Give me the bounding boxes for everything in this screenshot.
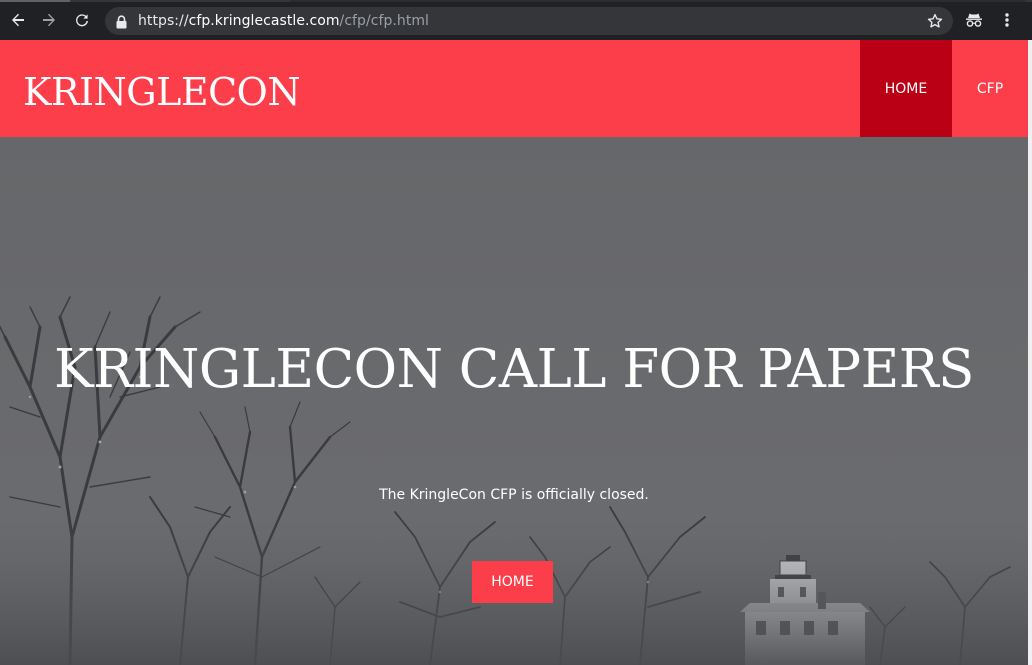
page-scrollbar[interactable] xyxy=(1028,40,1032,665)
bookmark-star-icon[interactable] xyxy=(926,12,944,34)
inactive-tab-edge xyxy=(290,0,1025,2)
hero-home-button[interactable]: HOME xyxy=(472,561,553,603)
hero-title: KRINGLECON CALL FOR PAPERS xyxy=(54,339,974,400)
address-bar[interactable]: https://cfp.kringlecastle.com/cfp/cfp.ht… xyxy=(105,7,953,35)
menu-item-cfp[interactable]: CFP xyxy=(952,40,1028,137)
url-text[interactable]: https://cfp.kringlecastle.com/cfp/cfp.ht… xyxy=(138,13,429,29)
menu-item-home[interactable]: HOME xyxy=(860,40,952,137)
main-menu: HOME CFP xyxy=(860,40,1028,137)
more-vert-icon[interactable] xyxy=(997,10,1017,30)
tab-strip-edge xyxy=(0,0,1032,2)
url-scheme: https:// xyxy=(138,13,189,29)
hero-subtitle: The KringleCon CFP is officially closed. xyxy=(379,487,649,503)
web-page: KRINGLECON HOME CFP KRINGLECON CALL FOR … xyxy=(0,40,1028,665)
reload-icon[interactable] xyxy=(72,10,92,30)
lock-icon xyxy=(116,14,127,33)
site-logo[interactable]: KRINGLECON xyxy=(23,70,301,114)
incognito-icon[interactable] xyxy=(964,10,984,30)
browser-toolbar: https://cfp.kringlecastle.com/cfp/cfp.ht… xyxy=(0,0,1032,40)
back-arrow-icon[interactable] xyxy=(8,10,28,30)
site-header: KRINGLECON HOME CFP xyxy=(0,40,1028,137)
url-host: cfp.kringlecastle.com xyxy=(188,13,340,29)
url-path: /cfp/cfp.html xyxy=(339,13,429,29)
forward-arrow-icon[interactable] xyxy=(39,10,59,30)
active-tab-edge xyxy=(0,0,70,2)
hero-section: KRINGLECON CALL FOR PAPERS The KringleCo… xyxy=(0,137,1028,665)
